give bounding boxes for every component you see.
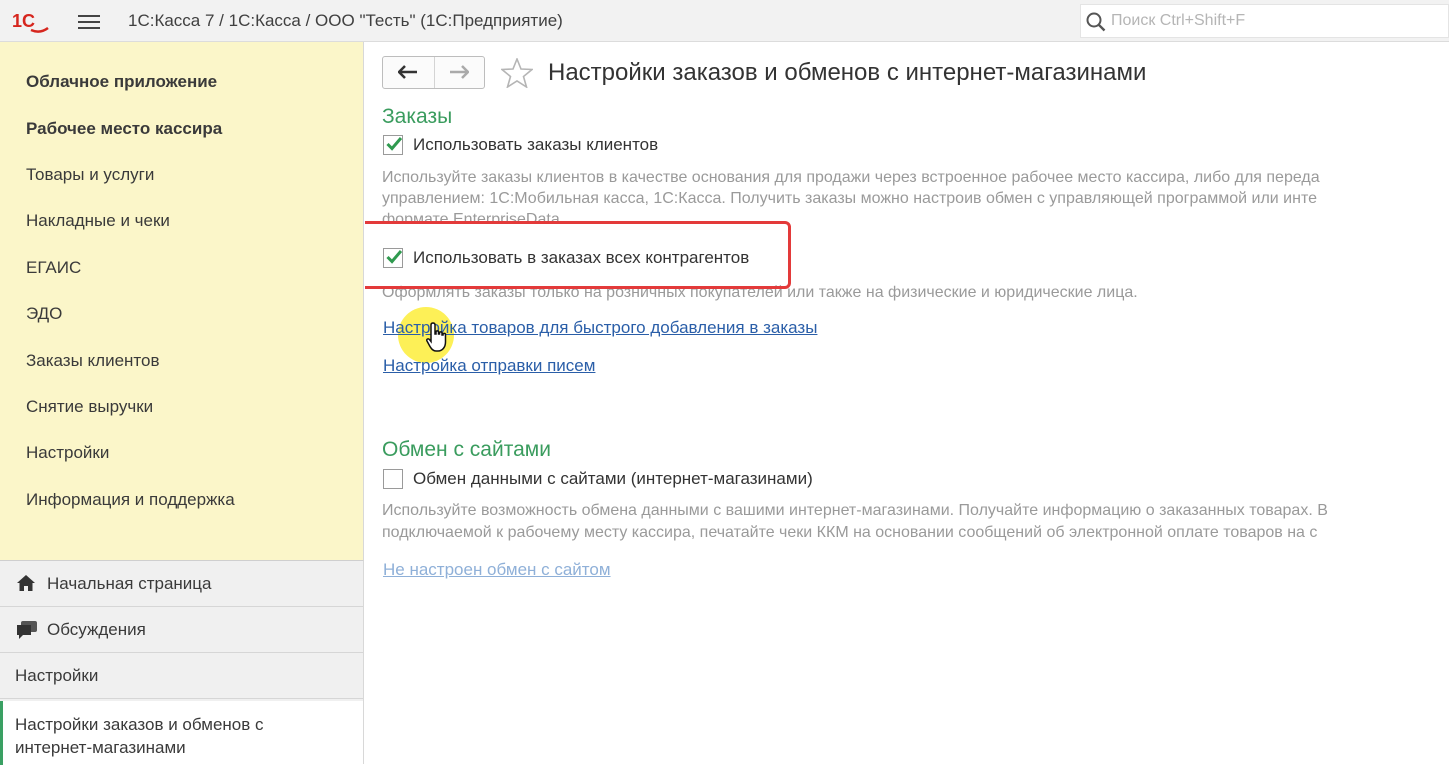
all-counterparties-checkbox[interactable] xyxy=(383,248,403,268)
sidebar-item-customer-orders[interactable]: Заказы клиентов xyxy=(26,351,160,371)
favorite-star-icon[interactable] xyxy=(501,58,533,88)
exchange-section-title: Обмен с сайтами xyxy=(382,438,551,461)
use-orders-description-line1: Используйте заказы клиентов в качестве о… xyxy=(382,169,1320,186)
forward-button[interactable] xyxy=(434,57,485,88)
sidebar-item-egais[interactable]: ЕГАИС xyxy=(26,258,81,278)
discussions-tab[interactable]: Обсуждения xyxy=(0,607,363,653)
use-orders-checkbox[interactable] xyxy=(383,135,403,155)
home-page-label: Начальная страница xyxy=(47,574,212,593)
1c-logo-icon[interactable]: 1С xyxy=(10,8,50,34)
hamburger-menu-icon[interactable] xyxy=(78,12,100,30)
site-exchange-checkbox[interactable] xyxy=(383,469,403,489)
use-orders-label[interactable]: Использовать заказы клиентов xyxy=(413,135,658,155)
logo-text: 1С xyxy=(12,11,35,31)
goods-quick-add-settings-link[interactable]: Настройка товаров для быстрого добавлени… xyxy=(383,318,817,338)
sidebar-item-cashier-workplace[interactable]: Рабочее место кассира xyxy=(26,119,222,139)
home-page-tab[interactable]: Начальная страница xyxy=(0,561,363,607)
discussions-label: Обсуждения xyxy=(47,620,146,639)
discussions-icon xyxy=(17,621,37,639)
global-search[interactable] xyxy=(1080,4,1449,38)
use-orders-description-line2: управлением: 1С:Мобильная касса, 1С:Касс… xyxy=(382,190,1317,207)
all-counterparties-label[interactable]: Использовать в заказах всех контрагентов xyxy=(413,248,749,268)
arrow-right-icon xyxy=(450,65,469,79)
checkmark-icon xyxy=(386,137,403,151)
page-title: Настройки заказов и обменов с интернет-м… xyxy=(548,59,1147,86)
title-bar: 1С 1С:Касса 7 / 1С:Касса / ООО "Тесть" (… xyxy=(0,0,1449,42)
back-button[interactable] xyxy=(383,57,435,88)
all-counterparties-description: Оформлять заказы только на розничных пок… xyxy=(382,284,1138,301)
settings-window-tab[interactable]: Настройки xyxy=(0,653,363,699)
open-windows-panel: Начальная страница Обсуждения Настройки … xyxy=(0,560,364,765)
home-icon xyxy=(17,575,35,591)
search-input[interactable] xyxy=(1111,9,1441,33)
sidebar-item-cash-withdrawal[interactable]: Снятие выручки xyxy=(26,397,153,417)
sidebar-item-goods-services[interactable]: Товары и услуги xyxy=(26,165,154,185)
settings-window-label: Настройки xyxy=(15,666,99,685)
app-title: 1С:Касса 7 / 1С:Касса / ООО "Тесть" (1С:… xyxy=(128,11,563,30)
sidebar-item-settings[interactable]: Настройки xyxy=(26,443,109,463)
history-navigation xyxy=(382,56,485,89)
checkmark-icon xyxy=(386,250,403,264)
active-window-label: Настройки заказов и обменов с интернет-м… xyxy=(15,715,264,757)
site-exchange-description-line1: Используйте возможность обмена данными с… xyxy=(382,502,1328,519)
sidebar-item-cloud-app[interactable]: Облачное приложение xyxy=(26,72,217,92)
use-orders-description-line3: формате EnterpriseData. xyxy=(382,211,565,222)
sidebar-item-info-support[interactable]: Информация и поддержка xyxy=(26,490,235,510)
mail-settings-link[interactable]: Настройка отправки писем xyxy=(383,356,595,376)
orders-section-title: Заказы xyxy=(382,105,453,128)
active-window-tab[interactable]: Настройки заказов и обменов с интернет-м… xyxy=(0,701,363,765)
site-exchange-status-link[interactable]: Не настроен обмен с сайтом xyxy=(383,560,611,580)
sections-panel: Облачное приложение Рабочее место кассир… xyxy=(0,42,364,560)
search-icon xyxy=(1086,12,1106,32)
arrow-left-icon xyxy=(398,65,417,79)
site-exchange-label[interactable]: Обмен данными с сайтами (интернет-магази… xyxy=(413,469,813,489)
sidebar-item-invoices-receipts[interactable]: Накладные и чеки xyxy=(26,211,170,231)
main-form: Настройки заказов и обменов с интернет-м… xyxy=(365,42,1449,764)
sidebar-item-edo[interactable]: ЭДО xyxy=(26,304,62,324)
site-exchange-description-line2: подключаемой к рабочему месту кассира, п… xyxy=(382,524,1318,541)
